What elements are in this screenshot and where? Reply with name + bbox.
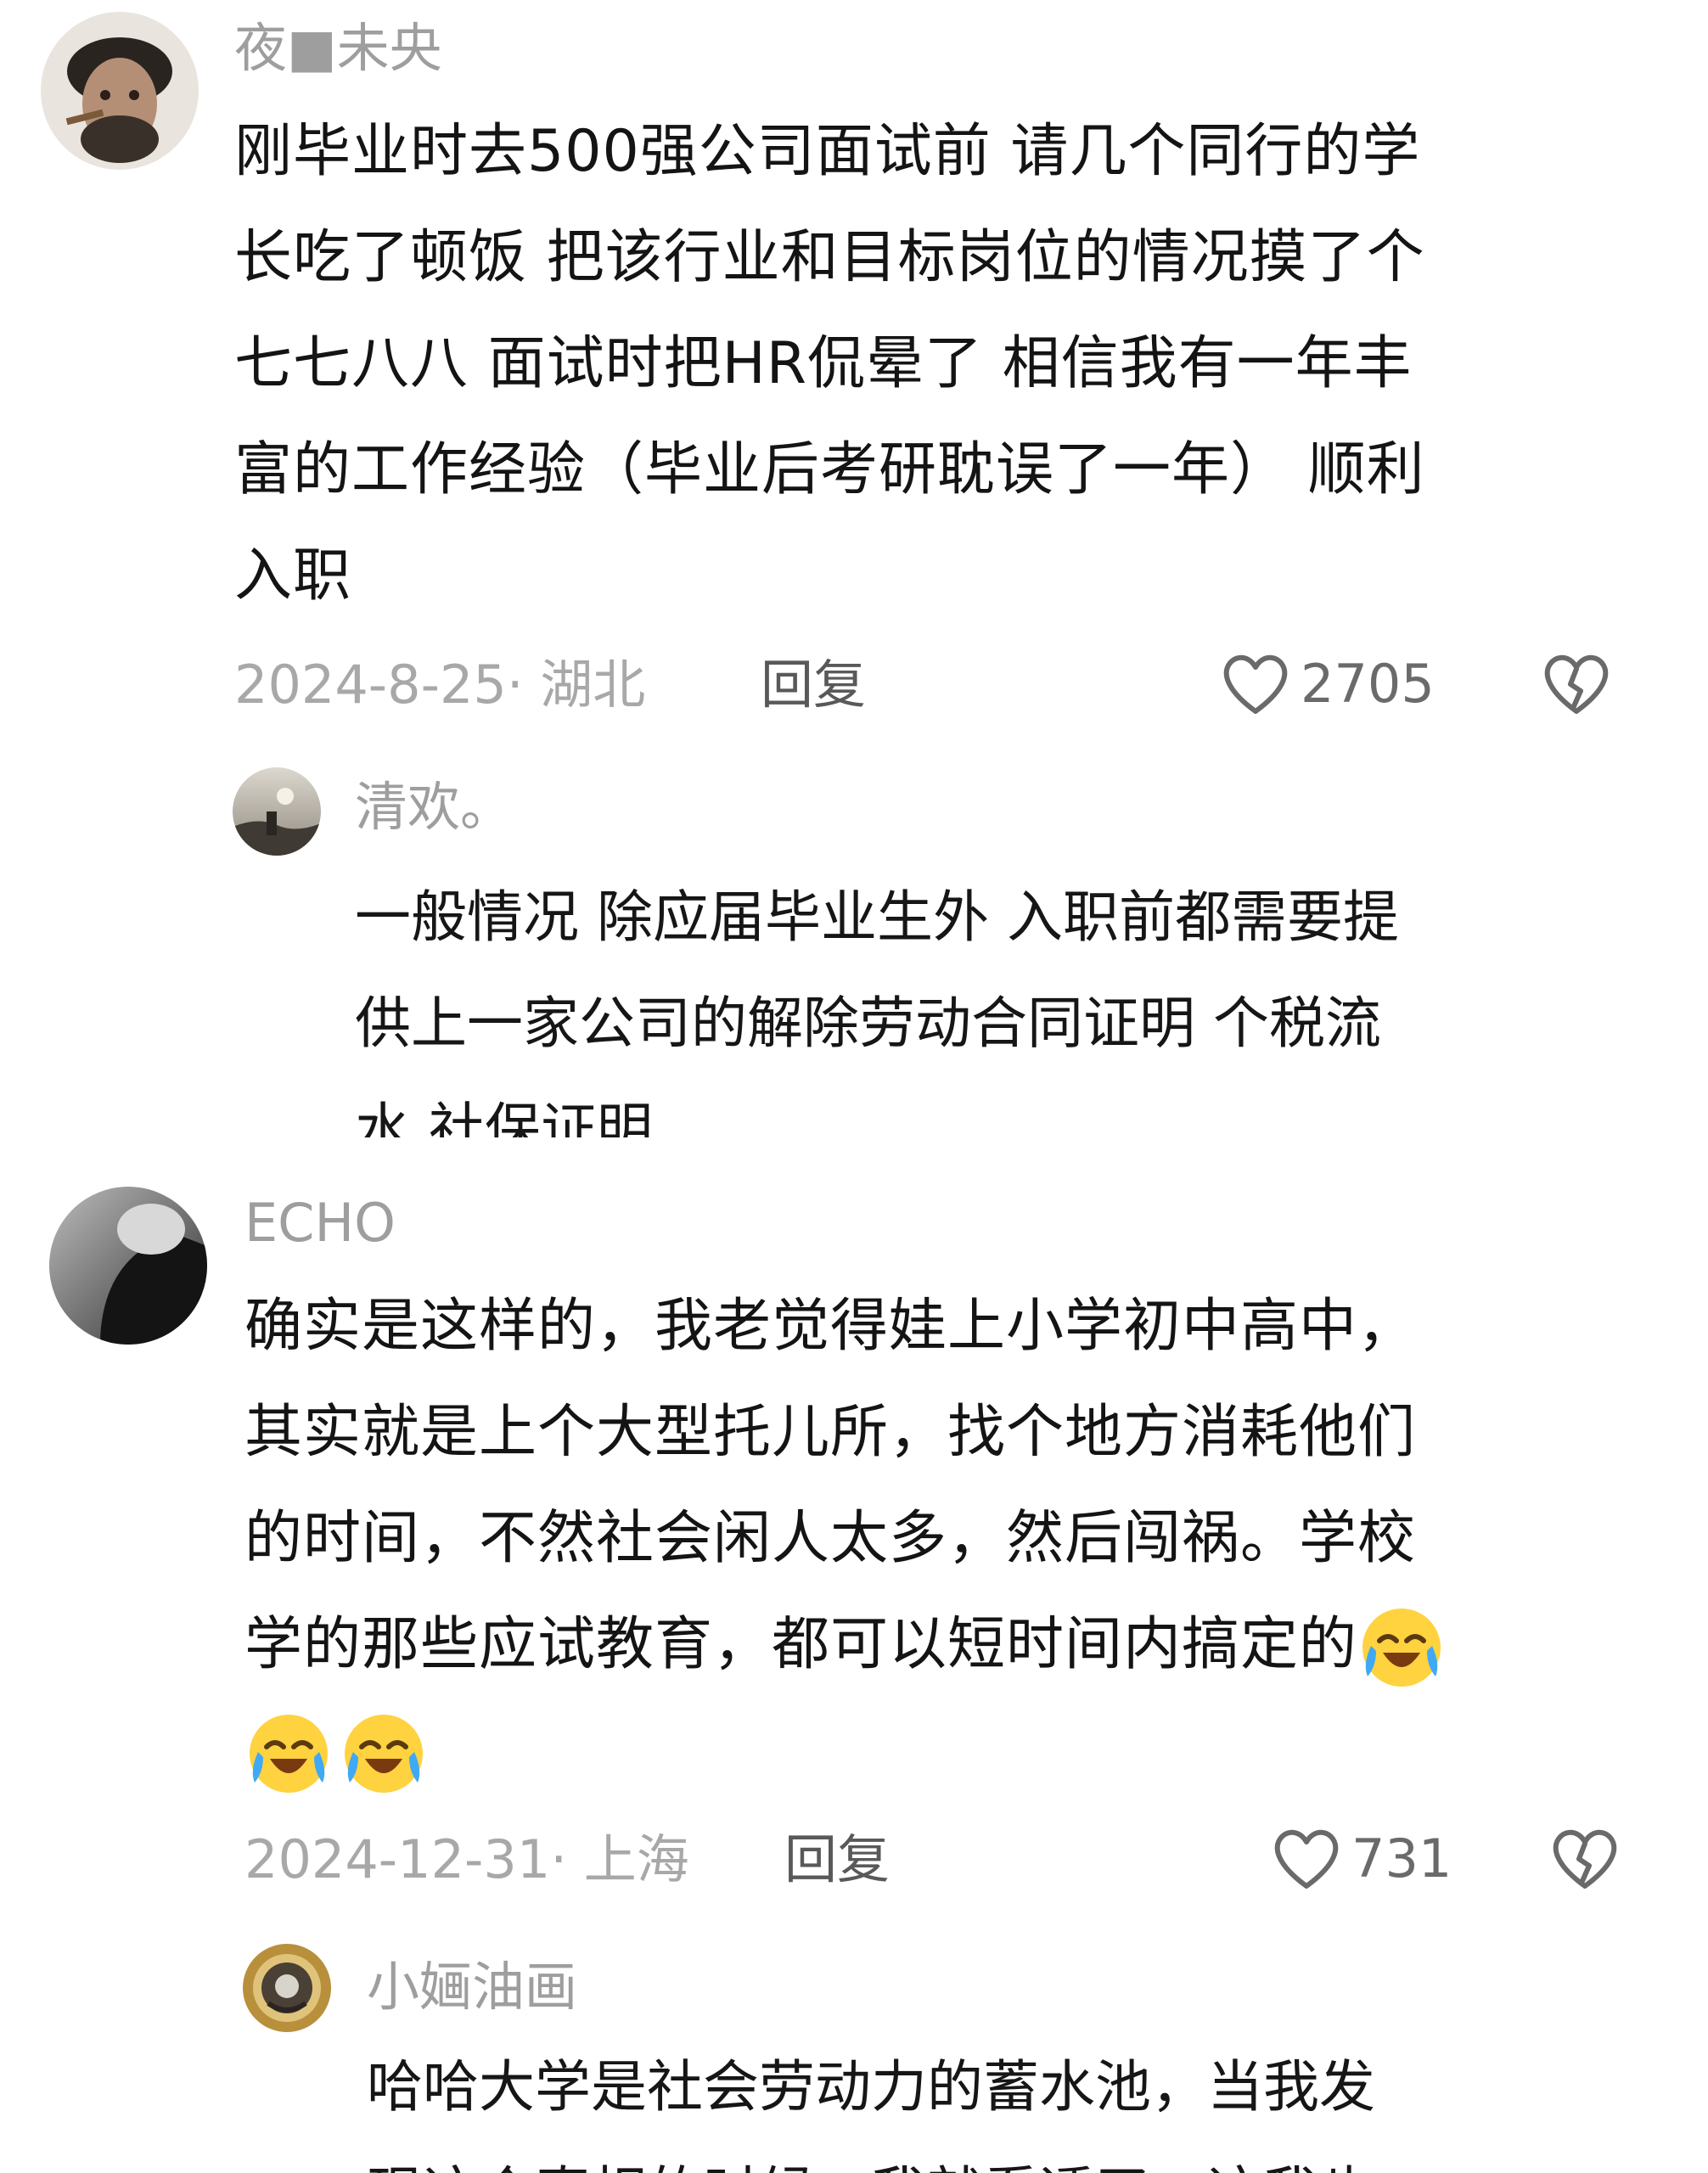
reply-content-line: 现这个真相的时候，我就看透了，这我也 bbox=[367, 2140, 1375, 2173]
comment-content-line: 学的那些应试教育，都可以短时间内搞定的 bbox=[244, 1592, 1446, 1698]
comment-content-line: 入职 bbox=[234, 542, 352, 609]
comment-content-line: 其实就是上个大型托儿所，找个地方消耗他们 bbox=[244, 1399, 1417, 1466]
comment-date-location: 2024-8-25· 湖北 bbox=[234, 654, 646, 716]
comment-content: 确实是这样的，我老觉得娃上小学初中高中， 其实就是上个大型托儿所，找个地方消耗他… bbox=[244, 1273, 1446, 1804]
crying-laughing-emoji bbox=[340, 1710, 428, 1798]
reply-clip: 哈哈大学是社会劳动力的蓄水池，当我发 现这个真相的时候，我就看透了，这我也 bbox=[0, 1935, 1708, 2173]
like-button[interactable]: 2705 bbox=[1219, 650, 1435, 718]
comment-date-location: 2024-12-31· 上海 bbox=[244, 1828, 689, 1890]
comment-1-region: 夜■未央 刚毕业时去500强公司面试前 请几个同行的学 长吃了顿饭 把该行业和目… bbox=[0, 0, 1708, 1137]
reply-content-line: 一般情况 除应届毕业生外 入职前都需要提 bbox=[355, 884, 1399, 950]
dislike-button[interactable] bbox=[1548, 1825, 1621, 1893]
like-count: 731 bbox=[1351, 1828, 1452, 1889]
comment-content: 刚毕业时去500强公司面试前 请几个同行的学 长吃了顿饭 把该行业和目标岗位的情… bbox=[234, 98, 1425, 629]
reply-button[interactable]: 回复 bbox=[784, 1833, 890, 1886]
user-avatar[interactable] bbox=[49, 1187, 207, 1345]
broken-heart-icon bbox=[1544, 654, 1609, 714]
comment-username[interactable]: ECHO bbox=[244, 1197, 396, 1249]
user-avatar[interactable] bbox=[41, 12, 199, 170]
comment-content-text: 学的那些应试教育，都可以短时间内搞定的 bbox=[244, 1611, 1358, 1678]
dislike-button[interactable] bbox=[1540, 650, 1613, 718]
heart-icon bbox=[1274, 1829, 1339, 1889]
like-count: 2705 bbox=[1301, 653, 1435, 715]
comment-content-line: 长吃了顿饭 把该行业和目标岗位的情况摸了个 bbox=[234, 224, 1425, 291]
reply-content: 哈哈大学是社会劳动力的蓄水池，当我发 现这个真相的时候，我就看透了，这我也 bbox=[367, 2034, 1375, 2173]
comment-content-line bbox=[244, 1698, 1446, 1804]
crying-laughing-emoji bbox=[1357, 1603, 1446, 1692]
reply-content: 一般情况 除应届毕业生外 入职前都需要提 供上一家公司的解除劳动合同证明 个税流… bbox=[355, 864, 1399, 1137]
comment-content-line: 七七八八 面试时把HR侃晕了 相信我有一年丰 bbox=[234, 330, 1413, 397]
reply-content-line: 供上一家公司的解除劳动合同证明 个税流 bbox=[355, 991, 1381, 1056]
reply-button[interactable]: 回复 bbox=[761, 659, 866, 711]
reply-avatar[interactable] bbox=[233, 767, 321, 856]
broken-heart-icon bbox=[1553, 1829, 1617, 1889]
reply-content-line: 哈哈大学是社会劳动力的蓄水池，当我发 bbox=[367, 2054, 1375, 2120]
reply-username[interactable]: 清欢。 bbox=[355, 781, 513, 834]
like-button[interactable]: 731 bbox=[1270, 1825, 1452, 1893]
reply-content-line: 水 社保证明 bbox=[355, 1097, 653, 1137]
comment-username[interactable]: 夜■未央 bbox=[234, 22, 442, 75]
crying-laughing-emoji bbox=[244, 1710, 333, 1798]
comment-content-line: 确实是这样的，我老觉得娃上小学初中高中， bbox=[244, 1293, 1417, 1360]
comment-content-line: 刚毕业时去500强公司面试前 请几个同行的学 bbox=[234, 118, 1421, 185]
heart-icon bbox=[1223, 654, 1288, 714]
comment-content-line: 的时间，不然社会闲人太多，然后闯祸。学校 bbox=[244, 1505, 1417, 1572]
comment-content-line: 富的工作经验（毕业后考研耽误了一年） 顺利 bbox=[234, 436, 1425, 503]
